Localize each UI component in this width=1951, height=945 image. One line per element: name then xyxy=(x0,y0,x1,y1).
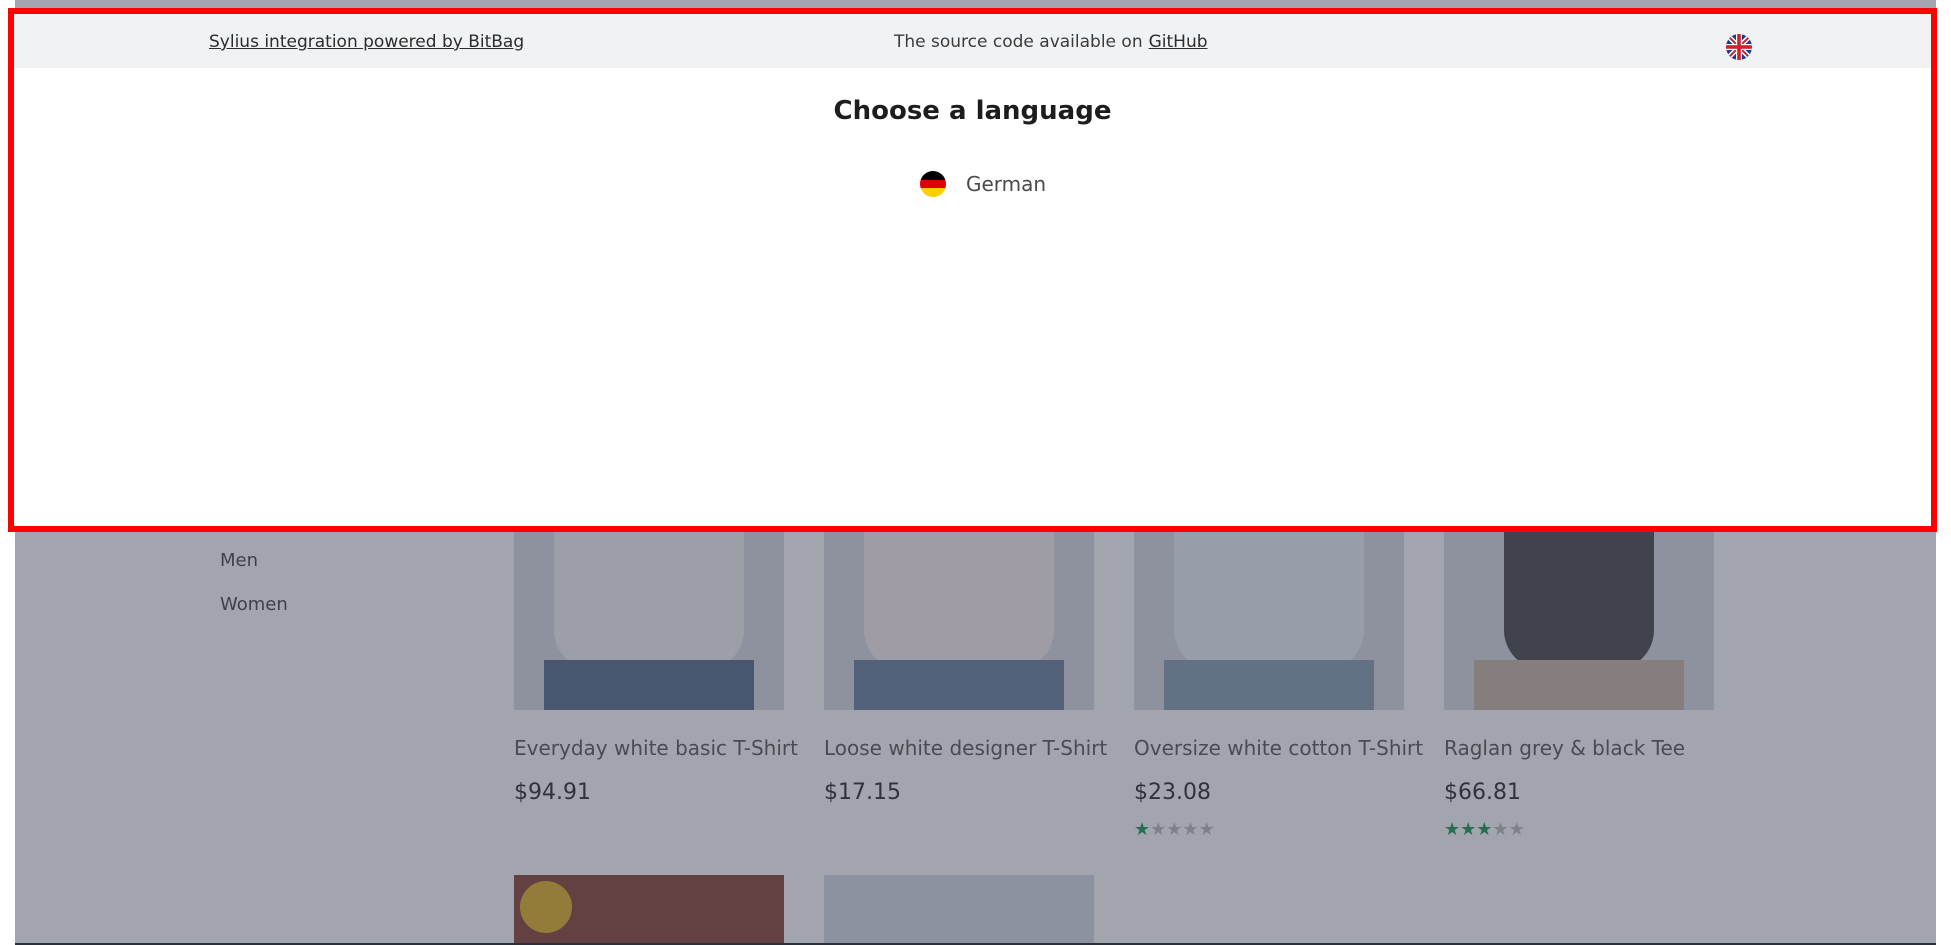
integration-link[interactable]: Sylius integration powered by BitBag xyxy=(209,32,524,52)
github-link[interactable]: GitHub xyxy=(1149,32,1208,52)
language-option-label: German xyxy=(966,172,1047,196)
language-modal: Sylius integration powered by BitBag The… xyxy=(8,8,1937,532)
top-bar: Sylius integration powered by BitBag The… xyxy=(14,14,1931,68)
source-code-label: The source code available on xyxy=(894,32,1143,52)
germany-flag-icon xyxy=(920,171,946,197)
language-option-german[interactable]: German xyxy=(920,170,1046,198)
modal-title: Choose a language xyxy=(833,96,1112,126)
uk-flag-icon[interactable] xyxy=(1726,34,1752,60)
source-code-text: The source code available on GitHub xyxy=(894,32,1208,52)
